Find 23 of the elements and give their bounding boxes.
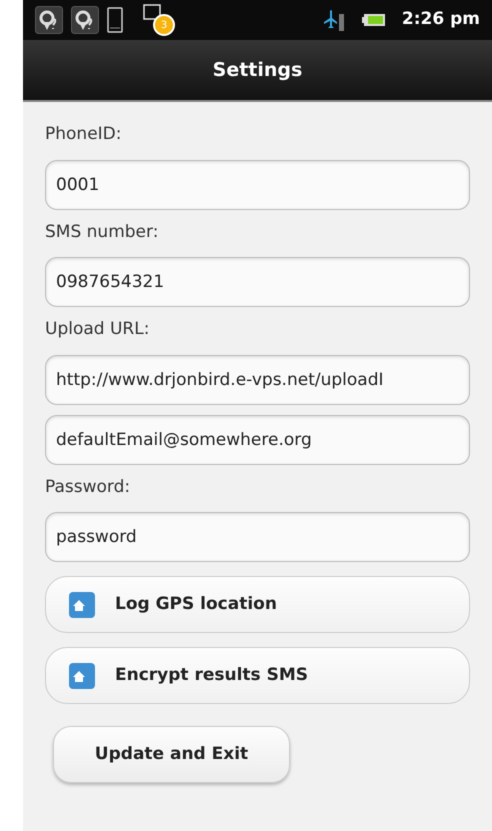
field-label: Upload URL:	[45, 318, 150, 341]
text-field[interactable]: 0001	[45, 160, 470, 210]
location-help-icon	[35, 6, 63, 34]
field-label: SMS number:	[45, 220, 160, 244]
update-exit-button[interactable]: Update and Exit	[53, 726, 290, 783]
battery-icon	[362, 13, 386, 27]
phone-icon	[107, 7, 123, 33]
text-field[interactable]: http://www.drjonbird.e-vps.net/uploadI	[45, 354, 470, 404]
option-button[interactable]: Encrypt results SMS	[45, 647, 470, 704]
text-field[interactable]: 0987654321	[45, 257, 470, 307]
location-help-icon	[71, 6, 99, 34]
text-field[interactable]: defaultEmail@somewhere.org	[45, 414, 470, 464]
option-button[interactable]: Log GPS location	[45, 576, 470, 633]
home-icon	[69, 592, 95, 618]
field-label: PhoneID:	[45, 123, 122, 146]
field-label: Password:	[45, 476, 132, 498]
airplane-signal-icon	[322, 8, 346, 32]
home-icon	[69, 662, 95, 688]
text-field[interactable]: password	[45, 512, 470, 562]
clock: 2:26 pm	[402, 8, 480, 32]
notification-badge: 3	[153, 14, 175, 36]
screen-title: Settings	[212, 58, 302, 83]
screen-icon	[143, 4, 161, 20]
